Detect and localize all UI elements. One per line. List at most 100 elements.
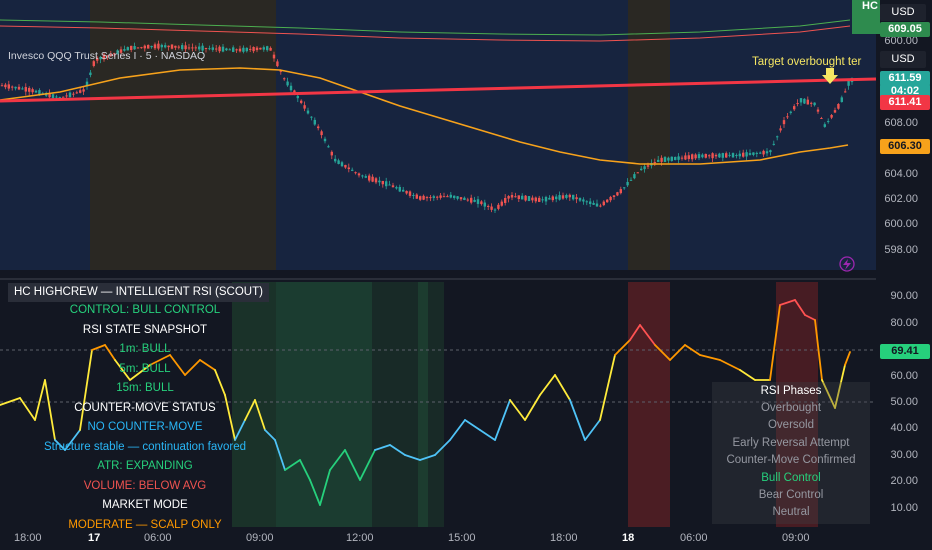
candle-body	[490, 206, 493, 210]
indicator-line: NO COUNTER-MOVE	[87, 421, 203, 433]
rsi-phase-item: Neutral	[772, 506, 810, 519]
candle-body	[62, 96, 65, 98]
candle-body	[436, 196, 439, 198]
candle-body	[493, 209, 497, 211]
candle-body	[262, 47, 265, 50]
candle-body	[497, 204, 500, 209]
candle-body	[527, 196, 531, 202]
rsi-segment	[844, 351, 851, 366]
candle-body	[762, 150, 765, 155]
price-axis-tick: 608.00	[884, 117, 918, 129]
corner-badge-label: HC	[862, 0, 878, 12]
candle-body	[323, 138, 327, 142]
candle-body	[317, 126, 320, 129]
candle-body	[0, 85, 4, 87]
ma-price-tag: 606.30	[880, 139, 930, 154]
rsi-axis-tick: 20.00	[890, 475, 918, 487]
rsi-axis-tick: 80.00	[890, 317, 918, 329]
candle-body	[296, 95, 299, 99]
rsi-segment	[739, 369, 756, 381]
indicator-line: 15m: BULL	[116, 382, 174, 394]
candle-body	[816, 109, 820, 112]
rsi-segment	[554, 374, 571, 401]
candle-body	[575, 197, 578, 200]
candle-body	[17, 86, 21, 90]
candle-body	[334, 158, 337, 162]
candle-body	[374, 178, 378, 183]
candle-body	[837, 103, 840, 109]
corner-badge[interactable]: HC	[852, 0, 880, 34]
candle-body	[14, 86, 17, 89]
candle-body	[344, 164, 347, 168]
candle-body	[242, 47, 245, 52]
candle-body	[731, 153, 735, 158]
currency-label-top[interactable]: USD	[880, 4, 926, 21]
candle-body	[361, 175, 364, 177]
rsi-axis-tick: 30.00	[890, 449, 918, 461]
rsi-segment	[524, 394, 541, 421]
candle-body	[385, 181, 388, 187]
rsi-axis-tick: 10.00	[890, 502, 918, 514]
candle-body	[629, 179, 633, 181]
candle-body	[602, 201, 605, 206]
target-annotation: Target overbought ter	[752, 56, 862, 68]
candle-body	[823, 124, 826, 127]
candle-body	[561, 195, 565, 199]
candle-body	[300, 100, 303, 103]
candle-body	[412, 194, 415, 196]
candle-body	[419, 196, 422, 200]
candle-body	[28, 87, 31, 92]
candle-body	[31, 89, 34, 93]
candle-body	[211, 47, 214, 50]
candle-body	[174, 45, 177, 48]
rsi-axis-tick: 60.00	[890, 370, 918, 382]
candle-body	[368, 175, 371, 181]
rsi-phase-item: Counter-Move Confirmed	[726, 454, 856, 467]
candle-body	[636, 172, 639, 174]
time-axis-tick: 15:00	[448, 532, 476, 544]
indicator-line: Structure stable — continuation favored	[43, 440, 246, 453]
candle-body	[738, 153, 741, 157]
candle-body	[612, 195, 616, 198]
candle-body	[320, 131, 323, 136]
indicator-line: COUNTER-MOVE STATUS	[74, 401, 216, 414]
candle-body	[704, 153, 707, 158]
candle-body	[697, 154, 701, 159]
candle-body	[439, 195, 442, 198]
candle-body	[269, 47, 272, 51]
candle-body	[653, 162, 656, 164]
currency-label-main[interactable]: USD	[880, 51, 926, 68]
rsi-phase-item: Early Reversal Attempt	[732, 436, 850, 449]
candle-body	[133, 46, 136, 50]
candle-body	[833, 110, 837, 113]
candle-body	[306, 110, 310, 114]
candle-body	[810, 102, 813, 104]
candle-body	[330, 151, 333, 156]
resistance-price-tag: 611.41	[880, 95, 930, 110]
candle-body	[245, 47, 248, 52]
candle-body	[459, 197, 463, 200]
indicator-line: RSI STATE SNAPSHOT	[82, 323, 208, 336]
candle-body	[643, 166, 646, 170]
candle-body	[442, 196, 446, 198]
candle-body	[582, 199, 585, 202]
candle-body	[470, 197, 473, 203]
indicator-title[interactable]: HC HIGHCREW — INTELLIGENT RSI (SCOUT)	[8, 283, 269, 302]
candle-body	[555, 196, 558, 200]
candle-body	[303, 105, 306, 109]
candle-body	[143, 45, 146, 49]
candle-body	[694, 154, 697, 159]
rsi-axis-tick: 40.00	[890, 422, 918, 434]
candle-body	[799, 98, 803, 103]
candle-body	[82, 89, 85, 92]
candle-body	[405, 190, 408, 194]
candle-body	[606, 199, 609, 203]
candle-body	[466, 199, 469, 201]
candle-body	[191, 47, 194, 49]
candle-body	[225, 48, 228, 51]
rsi-axis-tick: 90.00	[890, 290, 918, 302]
candle-body	[548, 197, 551, 200]
candle-body	[89, 72, 92, 76]
candle-body	[565, 194, 568, 198]
candle-body	[521, 195, 524, 200]
